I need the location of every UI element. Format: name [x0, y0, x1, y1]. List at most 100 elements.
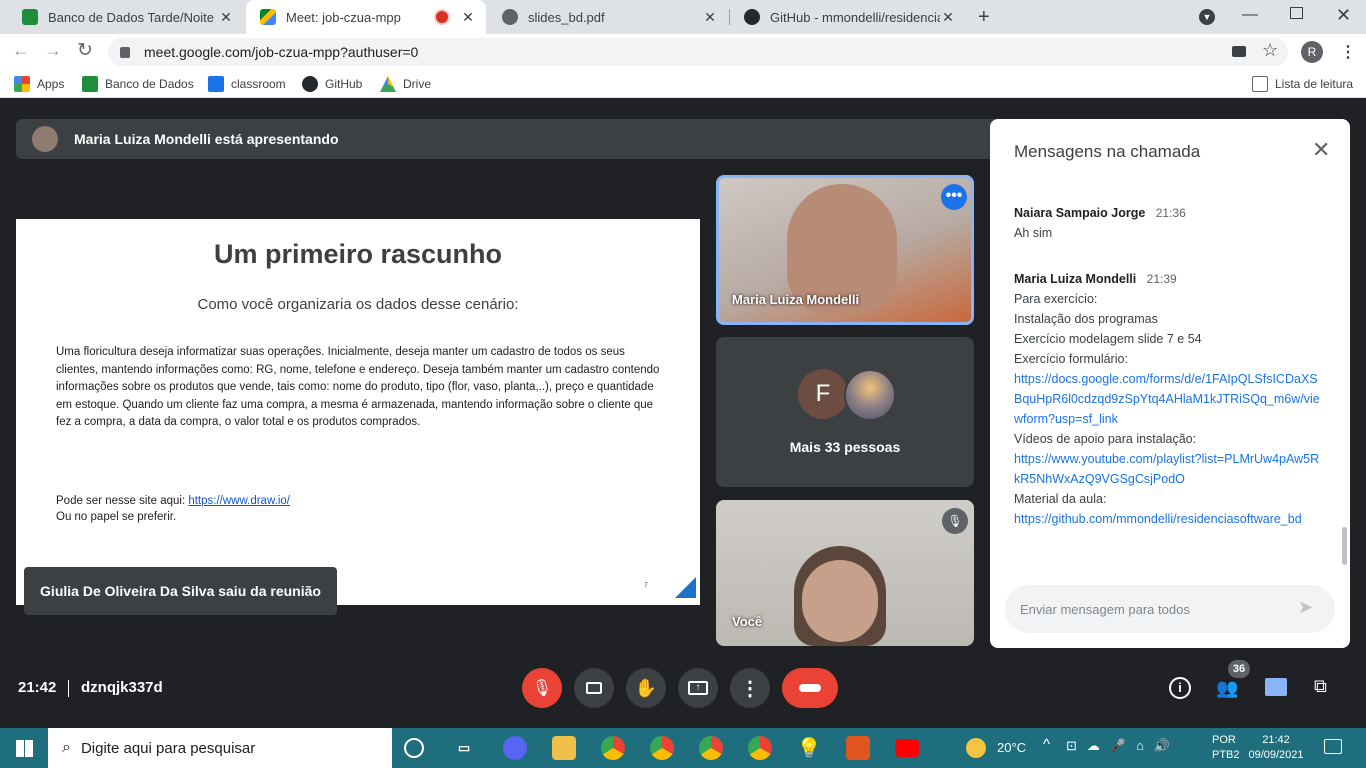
- windows-taskbar: ⌕ Digite aqui para pesquisar ▭ 💡 20°C ^ …: [0, 728, 1366, 768]
- profile-avatar[interactable]: R: [1301, 41, 1323, 63]
- tray-chevron-icon[interactable]: ^: [1043, 736, 1050, 753]
- drive-icon: [380, 76, 396, 92]
- minimize-button[interactable]: —: [1242, 6, 1258, 24]
- new-tab-button[interactable]: +: [978, 6, 990, 29]
- youtube-link[interactable]: https://www.youtube.com/playlist?list=PL…: [1014, 452, 1319, 486]
- more-options-button[interactable]: ⋮: [730, 668, 770, 708]
- message-line: Para exercício:: [1014, 292, 1098, 306]
- tab-github[interactable]: GitHub - mmondelli/residenciaso ✕: [730, 0, 966, 34]
- bookmark-banco-de-dados[interactable]: Banco de Dados: [82, 76, 194, 92]
- browser-menu-icon[interactable]: ⋮: [1340, 42, 1356, 62]
- message-line: Vídeos de apoio para instalação:: [1014, 432, 1197, 446]
- slide-title: Um primeiro rascunho: [213, 239, 503, 269]
- bookmark-apps[interactable]: Apps: [14, 76, 64, 92]
- lock-icon: [120, 46, 130, 58]
- self-face: [802, 560, 878, 642]
- chrome-profile-icon[interactable]: [650, 736, 674, 760]
- tab-classroom[interactable]: Banco de Dados Tarde/Noite 6h ( ✕: [8, 0, 244, 34]
- slide-logo: [675, 577, 696, 598]
- lightbulb-icon[interactable]: 💡: [797, 736, 822, 760]
- meeting-time: 21:42: [18, 679, 57, 696]
- bookmark-drive[interactable]: Drive: [380, 76, 431, 92]
- more-vert-icon: ⋮: [740, 677, 760, 700]
- tab-search-icon[interactable]: ▼: [1199, 9, 1215, 25]
- reload-button[interactable]: ↻: [77, 39, 93, 62]
- raise-hand-button[interactable]: ✋: [626, 668, 666, 708]
- discord-icon[interactable]: [503, 736, 527, 760]
- hang-up-icon: [799, 684, 821, 692]
- activities-icon[interactable]: ⧉: [1314, 676, 1334, 698]
- taskbar-search[interactable]: ⌕ Digite aqui para pesquisar: [48, 728, 392, 768]
- forms-link[interactable]: https://docs.google.com/forms/d/e/1FAIpQ…: [1014, 372, 1320, 426]
- chrome-profile-icon[interactable]: [748, 736, 772, 760]
- notifications-icon[interactable]: [1324, 739, 1342, 754]
- message-line: Exercício formulário:: [1014, 352, 1128, 366]
- weather-temp[interactable]: 20°C: [997, 740, 1026, 755]
- language-indicator[interactable]: POR PTB2: [1212, 733, 1240, 763]
- mic-toggle-button[interactable]: 🎙: [522, 668, 562, 708]
- close-window-button[interactable]: ✕: [1336, 5, 1351, 26]
- system-tray-icons[interactable]: ⊡☁🎤⌂🔊: [1066, 738, 1180, 754]
- search-placeholder: Digite aqui para pesquisar: [80, 739, 256, 757]
- recording-icon: [436, 11, 448, 23]
- search-icon: ⌕: [62, 739, 71, 756]
- present-button[interactable]: ↑: [678, 668, 718, 708]
- tab-slides-pdf[interactable]: slides_bd.pdf ✕: [488, 0, 728, 34]
- participant-avatar-photo: [844, 369, 896, 421]
- message-author: Maria Luiza Mondelli: [1014, 272, 1137, 286]
- tab-title: Banco de Dados Tarde/Noite 6h (: [48, 9, 218, 25]
- github-link[interactable]: https://github.com/mmondelli/residencias…: [1014, 512, 1302, 526]
- send-icon[interactable]: ➤: [1298, 597, 1313, 618]
- presentation-slide: Um primeiro rascunho Como você organizar…: [16, 219, 700, 605]
- drawio-link[interactable]: https://www.draw.io/: [188, 495, 290, 507]
- close-chat-icon[interactable]: ✕: [1312, 137, 1330, 163]
- clock[interactable]: 21:42 09/09/2021: [1244, 733, 1308, 763]
- office-icon[interactable]: [846, 736, 870, 760]
- camera-in-use-icon[interactable]: [1232, 46, 1246, 57]
- more-options-icon[interactable]: •••: [941, 184, 967, 210]
- tab-title: Meet: job-czua-mpp: [286, 9, 401, 25]
- people-icon[interactable]: 👥: [1216, 678, 1240, 698]
- close-icon[interactable]: ✕: [702, 9, 718, 26]
- address-bar[interactable]: meet.google.com/job-czua-mpp?authuser=0 …: [108, 38, 1288, 66]
- forward-button[interactable]: →: [44, 40, 62, 61]
- globe-icon: [502, 9, 518, 25]
- info-icon[interactable]: i: [1169, 677, 1191, 699]
- chrome-profile-icon[interactable]: [699, 736, 723, 760]
- bookmark-github[interactable]: GitHub: [302, 76, 362, 92]
- chrome-icon[interactable]: [601, 736, 625, 760]
- end-call-button[interactable]: [782, 668, 838, 708]
- reading-list-icon: [1252, 76, 1268, 92]
- task-view-icon[interactable]: ▭: [452, 736, 476, 760]
- more-participants-tile[interactable]: F Mais 33 pessoas: [716, 337, 974, 487]
- chat-icon[interactable]: [1265, 678, 1287, 696]
- meet-icon: [260, 9, 276, 25]
- close-icon[interactable]: ✕: [218, 9, 234, 26]
- windows-start-icon[interactable]: [16, 740, 33, 757]
- restore-button[interactable]: [1290, 7, 1303, 19]
- close-icon[interactable]: ✕: [460, 9, 476, 26]
- presenter-tile[interactable]: ••• Maria Luiza Mondelli: [716, 175, 974, 325]
- tab-meet[interactable]: Meet: job-czua-mpp ✕: [246, 0, 486, 34]
- github-icon: [302, 76, 318, 92]
- cortana-icon[interactable]: [404, 738, 424, 758]
- back-button[interactable]: ←: [12, 40, 30, 61]
- bookmark-star-icon[interactable]: ☆: [1262, 40, 1278, 61]
- github-icon: [744, 9, 760, 25]
- bookmark-classroom[interactable]: classroom: [208, 76, 286, 92]
- chat-input[interactable]: Enviar mensagem para todos ➤: [1005, 585, 1335, 633]
- file-explorer-icon[interactable]: [552, 736, 576, 760]
- bookmark-label: GitHub: [325, 77, 363, 91]
- slide-body: Uma floricultura deseja informatizar sua…: [56, 346, 660, 428]
- divider: [68, 680, 69, 697]
- paper-note: Ou no papel se preferir.: [56, 511, 177, 523]
- lang-code: POR: [1212, 734, 1236, 746]
- close-icon[interactable]: ✕: [940, 9, 956, 26]
- chat-scrollbar[interactable]: [1342, 527, 1347, 565]
- reading-list[interactable]: Lista de leitura: [1252, 76, 1353, 92]
- youtube-icon[interactable]: [895, 739, 919, 757]
- camera-toggle-button[interactable]: [574, 668, 614, 708]
- message-time: 21:36: [1155, 206, 1186, 220]
- self-tile[interactable]: 🎙 Você: [716, 500, 974, 646]
- chat-message: Maria Luiza Mondelli 21:39 Para exercíci…: [1014, 269, 1324, 529]
